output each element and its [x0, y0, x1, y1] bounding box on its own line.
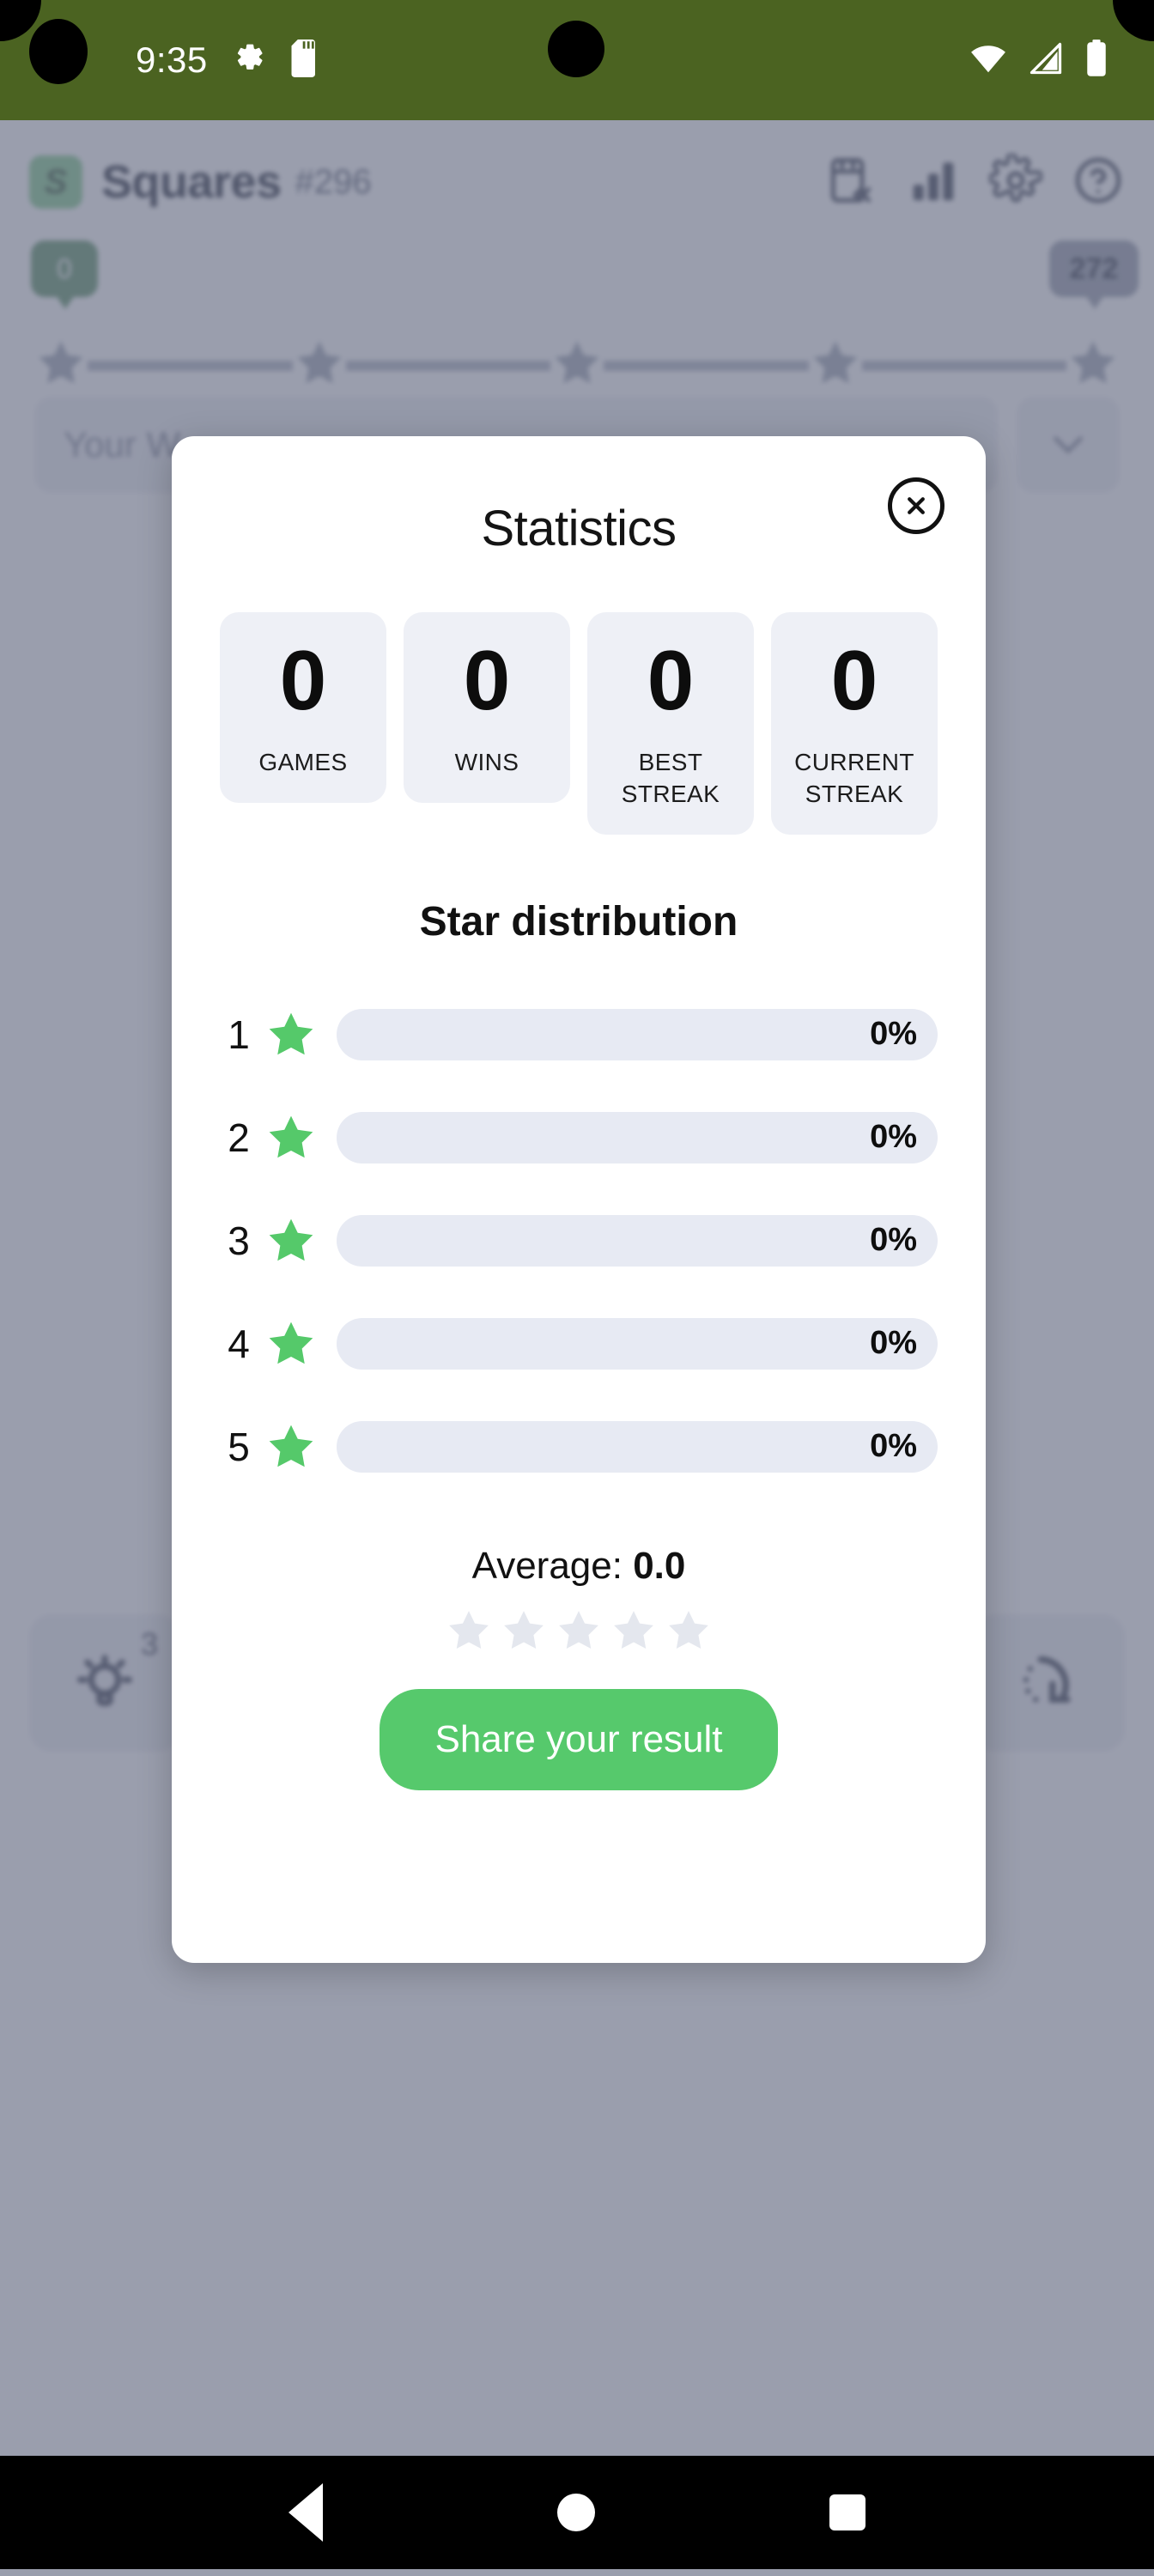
star-icon	[258, 1317, 325, 1370]
stat-value: 0	[830, 633, 878, 727]
status-bar-left: 9:35	[136, 39, 323, 82]
status-bar: 9:35	[0, 0, 1154, 120]
star-icon-empty	[449, 1610, 489, 1649]
screen-corner-right	[1113, 0, 1154, 41]
star-icon	[258, 1111, 325, 1164]
battery-icon	[1084, 39, 1109, 82]
statistics-modal: Statistics 0 GAMES 0 WINS 0 BEST STREAK 0…	[172, 436, 986, 1963]
distribution-percent: 0%	[870, 1325, 917, 1362]
stat-label: BEST STREAK	[621, 748, 720, 807]
close-icon	[908, 497, 925, 514]
stat-card-wins: 0 WINS	[404, 612, 570, 803]
distribution-rank: 5	[228, 1424, 250, 1469]
home-circle-icon[interactable]	[556, 2494, 595, 2531]
distribution-rank: 1	[228, 1012, 250, 1057]
stat-label: CURRENT STREAK	[794, 748, 914, 807]
status-bar-clock: 9:35	[136, 39, 208, 80]
distribution-list: 1 0% 2 0% 3 0% 4 0% 5 0%	[220, 983, 938, 1498]
distribution-title: Star distribution	[419, 898, 738, 945]
close-button[interactable]	[888, 477, 944, 534]
distribution-rank: 2	[228, 1115, 250, 1160]
camera-punch-hole-center	[548, 21, 604, 77]
recents-square-icon[interactable]	[829, 2494, 866, 2530]
share-result-button[interactable]: Share your result	[380, 1688, 778, 1790]
stat-value: 0	[647, 633, 695, 727]
star-icon-empty	[669, 1610, 708, 1649]
distribution-bar-track: 0%	[337, 1111, 938, 1163]
distribution-rank: 4	[228, 1321, 250, 1366]
star-icon	[258, 1420, 325, 1473]
android-nav-bar	[0, 2456, 1154, 2569]
distribution-bar-track: 0%	[337, 1214, 938, 1267]
average-star-rating	[220, 1607, 938, 1655]
star-icon-empty	[504, 1610, 544, 1649]
stat-label: GAMES	[258, 748, 348, 775]
distribution-row: 1 0%	[220, 983, 938, 1086]
star-icon	[258, 1008, 325, 1061]
share-button-wrap: Share your result	[220, 1688, 938, 1790]
stat-card-current-streak: 0 CURRENT STREAK	[771, 612, 938, 835]
average-value: 0.0	[633, 1544, 686, 1587]
distribution-bar-track: 0%	[337, 1317, 938, 1370]
distribution-row: 3 0%	[220, 1189, 938, 1292]
distribution-rank: 3	[228, 1218, 250, 1263]
status-bar-right	[969, 39, 1115, 82]
stat-card-best-streak: 0 BEST STREAK	[587, 612, 754, 835]
distribution-row: 4 0%	[220, 1292, 938, 1395]
cellular-signal-icon	[1027, 39, 1065, 82]
average-line: Average: 0.0	[220, 1545, 938, 1588]
sd-card-icon	[288, 39, 323, 82]
distribution-percent: 0%	[870, 1119, 917, 1156]
stat-value: 0	[279, 633, 327, 727]
modal-title: Statistics	[481, 501, 677, 556]
stat-label: WINS	[454, 748, 519, 775]
distribution-bar-track: 0%	[337, 1420, 938, 1473]
camera-punch-hole-left	[29, 19, 88, 84]
distribution-bar-track: 0%	[337, 1008, 938, 1060]
stat-value: 0	[463, 633, 511, 727]
star-icon-empty	[614, 1610, 653, 1649]
stat-card-games: 0 GAMES	[220, 612, 386, 803]
distribution-percent: 0%	[870, 1222, 917, 1259]
wifi-icon	[969, 39, 1008, 82]
distribution-row: 2 0%	[220, 1086, 938, 1189]
distribution-percent: 0%	[870, 1016, 917, 1053]
average-label: Average:	[471, 1544, 623, 1587]
stats-grid: 0 GAMES 0 WINS 0 BEST STREAK 0 CURRENT STR…	[220, 612, 938, 835]
distribution-row: 5 0%	[220, 1395, 938, 1498]
star-icon	[258, 1214, 325, 1267]
star-icon-empty	[559, 1610, 598, 1649]
distribution-percent: 0%	[870, 1428, 917, 1465]
back-triangle-icon[interactable]	[288, 2483, 324, 2542]
gear-icon	[230, 40, 266, 81]
